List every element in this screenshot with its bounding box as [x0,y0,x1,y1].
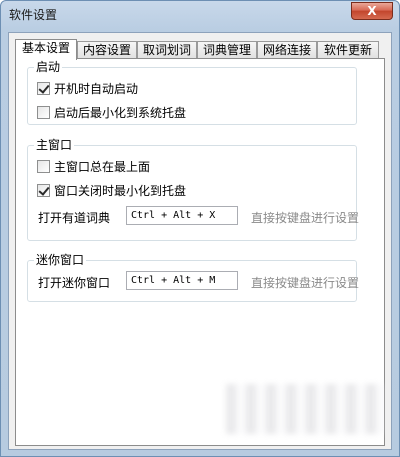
tab-basic-settings[interactable]: 基本设置 [15,39,77,60]
open-mini-hotkey-hint: 直接按键盘进行设置 [251,276,360,290]
minimize-tray-option[interactable]: 启动后最小化到系统托盘 [37,104,186,120]
tab-dictionary-management[interactable]: 词典管理 [197,41,257,59]
close-to-tray-label: 窗口关闭时最小化到托盘 [54,183,187,198]
auto-start-label: 开机时自动启动 [54,81,139,96]
auto-start-option[interactable]: 开机时自动启动 [37,80,138,96]
tab-content-settings[interactable]: 内容设置 [77,41,137,59]
open-mini-hotkey-input[interactable] [126,271,238,290]
window-title: 软件设置 [9,8,58,22]
settings-window: 软件设置 X 基本设置 内容设置 取词划词 词典管理 网络连接 软件更新 启动 … [0,0,400,457]
always-on-top-checkbox[interactable] [37,159,50,173]
watermark-blur [226,384,386,434]
close-button[interactable]: X [351,2,393,20]
minimize-tray-label: 启动后最小化到系统托盘 [54,105,187,120]
open-dict-hotkey-input[interactable] [126,206,238,225]
mini-window-group: 迷你窗口 打开迷你窗口 直接按键盘进行设置 [27,253,360,302]
startup-group-title: 启动 [34,60,63,74]
main-window-group: 主窗口 主窗口总在最上面 窗口关闭时最小化到托盘 打开有道词典 直接按键盘进行设… [27,138,360,241]
auto-start-checkbox[interactable] [37,81,50,95]
mini-window-group-title: 迷你窗口 [34,253,87,267]
title-bar[interactable]: 软件设置 X [1,1,399,27]
tab-strip: 基本设置 内容设置 取词划词 词典管理 网络连接 软件更新 [15,39,385,60]
close-to-tray-option[interactable]: 窗口关闭时最小化到托盘 [37,182,186,198]
always-on-top-option[interactable]: 主窗口总在最上面 [37,158,150,174]
main-window-group-title: 主窗口 [34,138,75,152]
close-icon: X [367,4,377,18]
tab-network-connection[interactable]: 网络连接 [257,41,317,59]
open-dict-hotkey-hint: 直接按键盘进行设置 [251,211,360,225]
minimize-tray-checkbox[interactable] [37,105,50,119]
open-mini-hotkey-label: 打开迷你窗口 [38,276,111,290]
tab-word-capture[interactable]: 取词划词 [137,41,197,59]
startup-group: 启动 开机时自动启动 启动后最小化到系统托盘 [27,60,357,125]
tab-software-update[interactable]: 软件更新 [317,41,379,59]
open-dict-hotkey-label: 打开有道词典 [38,211,111,225]
close-to-tray-checkbox[interactable] [37,183,50,197]
always-on-top-label: 主窗口总在最上面 [54,159,151,174]
